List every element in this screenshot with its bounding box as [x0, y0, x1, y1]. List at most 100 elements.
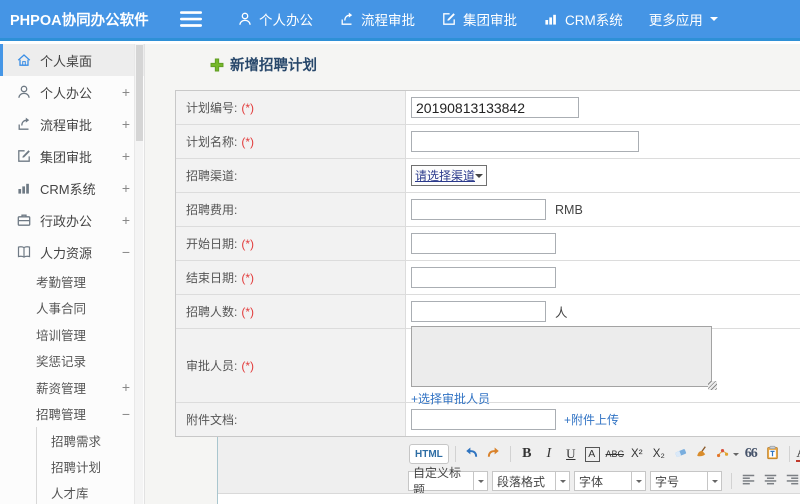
topbar-item-集团审批[interactable]: 集团审批	[428, 0, 530, 38]
form-row-recruit-cost: 招聘费用: RMB	[176, 193, 800, 227]
strikethrough-button[interactable]: ABC	[605, 444, 625, 464]
sidebar-scrollbar[interactable]	[134, 44, 143, 504]
attachment-upload-link[interactable]: +附件上传	[564, 411, 619, 428]
field-value-cell: RMB	[406, 193, 800, 226]
dropdown-value: 段落格式	[492, 471, 556, 491]
sidebar-subitem-人事合同[interactable]: 人事合同	[0, 295, 144, 322]
underline-button[interactable]: U	[561, 444, 581, 464]
form-row-attachment: 附件文档: +附件上传	[176, 403, 800, 436]
toolbar-separator	[731, 473, 732, 489]
sidebar-item-label: 个人桌面	[40, 53, 93, 69]
fontcolor-button[interactable]: A	[796, 444, 800, 464]
hamburger-menu-icon[interactable]	[180, 8, 202, 30]
autotypeset-button[interactable]: A	[583, 444, 603, 464]
user-icon	[16, 84, 32, 100]
topbar-item-个人办公[interactable]: 个人办公	[224, 0, 326, 38]
edit-icon	[441, 11, 457, 27]
sidebar-item-label: CRM系统	[40, 181, 96, 197]
dropdown-value: 字号	[650, 471, 708, 491]
end-date-input[interactable]	[411, 267, 556, 288]
field-label-text: 招聘渠道:	[186, 169, 238, 183]
italic-button[interactable]: I	[539, 444, 559, 464]
sidebar-subitem-招聘管理[interactable]: 招聘管理 −	[0, 401, 144, 428]
button-glyph: A	[796, 446, 800, 462]
subscript-button[interactable]: X₂	[649, 444, 669, 464]
recruit-count-input[interactable]	[411, 301, 546, 322]
field-value-cell	[406, 227, 800, 260]
formatbrush-button[interactable]	[693, 444, 713, 464]
field-value-cell: +附件上传	[406, 403, 800, 436]
editor-dropdown-段落格式[interactable]: 段落格式	[492, 471, 570, 491]
editor-content-area[interactable]	[218, 494, 800, 504]
resize-handle[interactable]	[708, 380, 717, 390]
sidebar-subitem-考勤管理[interactable]: 考勤管理	[0, 268, 144, 295]
blockquote-button[interactable]: 66	[741, 444, 761, 464]
sidebar-subsubitem-招聘计划[interactable]: 招聘计划	[37, 453, 144, 479]
form-row-end-date: 结束日期: (*)	[176, 261, 800, 295]
broom-icon	[695, 445, 710, 463]
superscript-button[interactable]: X²	[627, 444, 647, 464]
sidebar-item-个人桌面[interactable]: 个人桌面	[0, 44, 144, 76]
expand-toggle-icon: −	[121, 244, 130, 260]
undo-button[interactable]	[462, 444, 482, 464]
expand-toggle-icon: +	[121, 379, 130, 396]
undo-icon	[464, 445, 479, 463]
autoformat-button[interactable]	[715, 444, 739, 464]
align-center-button[interactable]	[760, 471, 780, 491]
sidebar-subsubitem-招聘需求[interactable]: 招聘需求	[37, 427, 144, 453]
sidebar-item-CRM系统[interactable]: CRM系统 +	[0, 172, 144, 204]
sidebar-subitem-培训管理[interactable]: 培训管理	[0, 321, 144, 348]
eraser-button[interactable]	[671, 444, 691, 464]
recruit-channel-select[interactable]: 请选择渠道	[411, 165, 487, 186]
start-date-input[interactable]	[411, 233, 556, 254]
field-label-text: 计划名称:	[186, 135, 238, 149]
recruit-cost-input[interactable]	[411, 199, 546, 220]
unit-suffix: RMB	[555, 202, 583, 217]
book-icon	[16, 244, 32, 260]
button-glyph: B	[522, 446, 532, 461]
process-icon	[339, 11, 355, 27]
align-left-button[interactable]	[738, 471, 758, 491]
sidebar-subitem-label: 培训管理	[36, 328, 87, 343]
chevron-down-icon	[732, 453, 739, 459]
scrollbar-thumb[interactable]	[136, 45, 143, 141]
sidebar-item-集团审批[interactable]: 集团审批 +	[0, 140, 144, 172]
bold-button[interactable]: B	[517, 444, 537, 464]
editor-dropdown-字体[interactable]: 字体	[574, 471, 646, 491]
eraser-icon	[673, 445, 688, 463]
topbar-item-CRM系统[interactable]: CRM系统	[530, 0, 636, 38]
html-source-button[interactable]: HTML	[409, 444, 449, 464]
sidebar-item-label: 集团审批	[40, 149, 93, 165]
editor-dropdown-自定义标题[interactable]: 自定义标题	[408, 466, 488, 493]
sidebar-item-流程审批[interactable]: 流程审批 +	[0, 108, 144, 140]
field-label: 计划编号: (*)	[176, 91, 406, 124]
attachment-input[interactable]	[411, 409, 556, 430]
button-glyph: ABC	[605, 449, 625, 459]
sidebar-item-人力资源[interactable]: 人力资源 −	[0, 236, 144, 268]
required-marker: (*)	[241, 236, 255, 251]
sidebar-item-个人办公[interactable]: 个人办公 +	[0, 76, 144, 108]
expand-toggle-icon: +	[121, 212, 130, 228]
align-right-button[interactable]	[782, 471, 800, 491]
topbar-item-更多应用[interactable]: 更多应用	[636, 0, 731, 38]
plan-number-input[interactable]	[411, 97, 579, 118]
sidebar-subitem-薪资管理[interactable]: 薪资管理 +	[0, 374, 144, 401]
button-glyph: HTML	[415, 448, 443, 460]
sidebar-subitem-label: 薪资管理	[36, 381, 87, 396]
editor-dropdown-字号[interactable]: 字号	[650, 471, 722, 491]
topbar-item-label: 个人办公	[259, 13, 313, 28]
sidebar: 个人桌面 个人办公 + 流程审批 + 集团审批 + CRM系统 + 行政办公 + 人力资源 − 考勤管理人…	[0, 44, 145, 504]
redo-button[interactable]	[484, 444, 504, 464]
sidebar-subsubitem-人才库[interactable]: 人才库	[37, 479, 144, 504]
plan-name-input[interactable]	[411, 131, 639, 152]
dropdown-value: 字体	[574, 471, 632, 491]
sidebar-item-行政办公[interactable]: 行政办公 +	[0, 204, 144, 236]
paste-button[interactable]	[763, 444, 783, 464]
approvers-textarea[interactable]	[411, 325, 712, 387]
sparkle-icon	[715, 445, 730, 463]
button-glyph: X₂	[652, 448, 665, 460]
sidebar-subitem-奖惩记录[interactable]: 奖惩记录	[0, 348, 144, 375]
topbar-item-流程审批[interactable]: 流程审批	[326, 0, 428, 38]
form-row-recruit-channel: 招聘渠道: 请选择渠道	[176, 159, 800, 193]
add-plus-icon	[210, 58, 224, 72]
